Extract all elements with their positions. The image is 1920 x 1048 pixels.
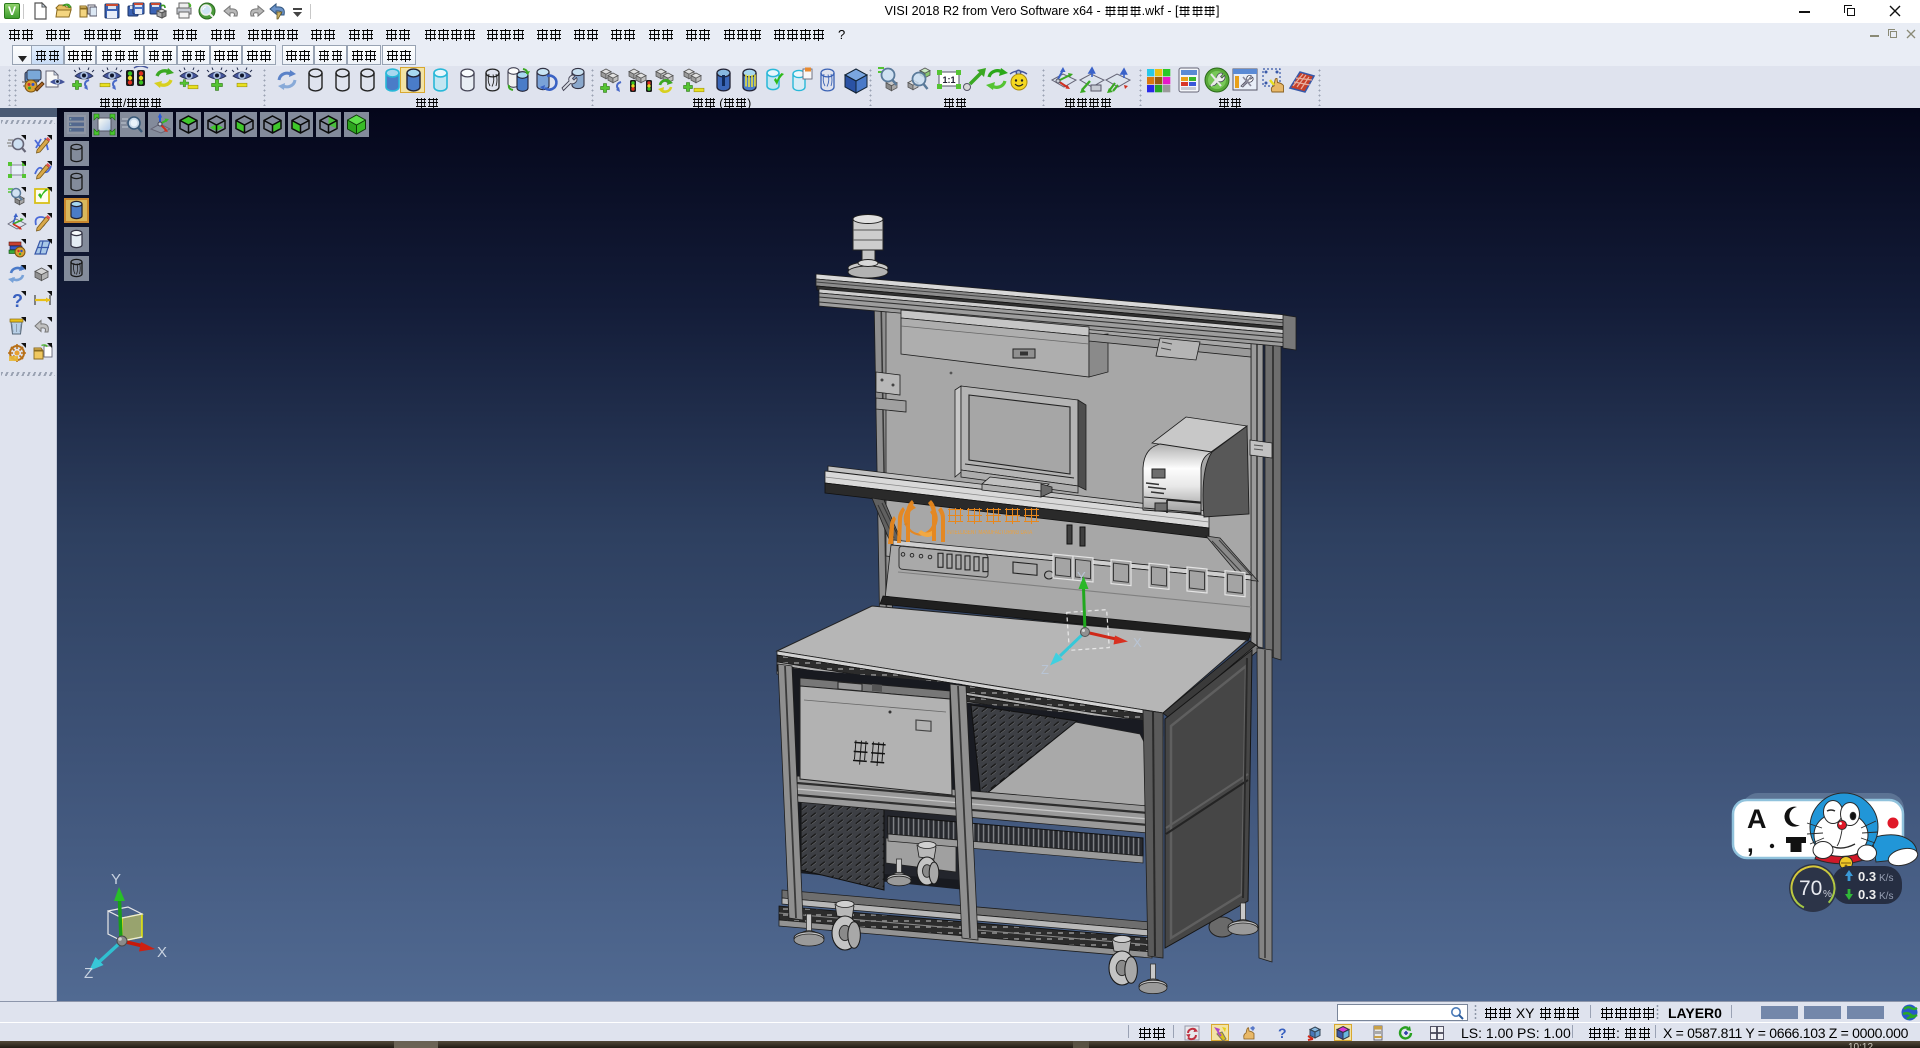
svg-text:%: % — [1823, 889, 1832, 900]
svg-text:X: X — [157, 944, 167, 961]
svg-text:0.3: 0.3 — [1858, 869, 1876, 884]
svg-text:Y: Y — [1077, 569, 1086, 584]
svg-text:K/s: K/s — [1879, 891, 1893, 902]
svg-text:Z: Z — [84, 965, 93, 982]
svg-text:?: ? — [1278, 1025, 1287, 1041]
svg-text:70: 70 — [1799, 877, 1822, 900]
svg-text:,: , — [1747, 831, 1754, 858]
svg-text:X: X — [1133, 635, 1142, 650]
svg-text:Z: Z — [1041, 662, 1049, 677]
svg-text:K/s: K/s — [1879, 873, 1893, 884]
svg-text:0.3: 0.3 — [1858, 887, 1876, 902]
svg-text:Y: Y — [111, 871, 121, 888]
svg-text:A: A — [1747, 804, 1767, 834]
